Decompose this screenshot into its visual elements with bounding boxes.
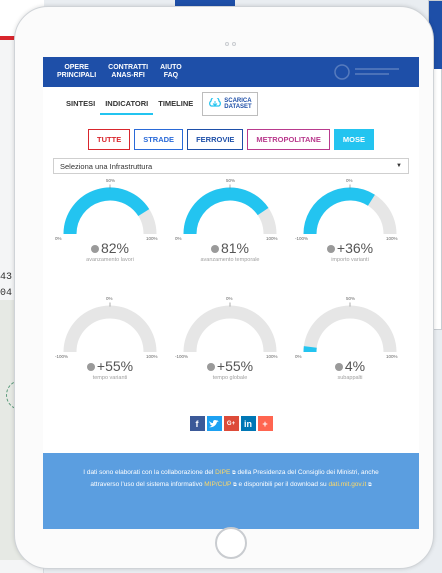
gauge-5: 4% subappalti 0% 50% 100% bbox=[295, 296, 405, 402]
nav-contratti-anas-rfi[interactable]: CONTRATTI ANAS-RFI bbox=[108, 64, 148, 80]
nav-aiuto-faq[interactable]: AIUTO FAQ bbox=[160, 64, 182, 80]
background-number-1: 43 bbox=[0, 272, 13, 283]
gauge-max-label: 100% bbox=[386, 236, 398, 241]
gauge-label: avanzamento temporale bbox=[200, 257, 260, 263]
facebook-share-button[interactable]: f bbox=[189, 416, 205, 431]
mip-cup-link[interactable]: MIP/CUP bbox=[204, 481, 231, 488]
filter-mose-button[interactable]: MOSE bbox=[333, 129, 374, 150]
gauge-min-label: 0% bbox=[55, 236, 62, 241]
gauge-4: +55% tempo globale -100% 0% 100% bbox=[175, 296, 285, 402]
filter-strade-button[interactable]: STRADE bbox=[134, 129, 184, 150]
gauge-label: avanzamento lavori bbox=[86, 257, 134, 263]
infrastructure-select[interactable]: Seleziona una Infrastruttura ▼ bbox=[53, 158, 409, 174]
gauge-value-text: +55% bbox=[216, 358, 254, 374]
gauge-1: 81% avanzamento temporale 0% 50% 100% bbox=[175, 178, 285, 284]
gauge-value: 82% bbox=[55, 240, 165, 256]
info-icon[interactable] bbox=[326, 245, 335, 254]
gauge-min-label: 0% bbox=[175, 236, 182, 241]
gauge-mid-label: 0% bbox=[106, 295, 113, 301]
dati-mit-link[interactable]: dati.mit.gov.it bbox=[328, 481, 366, 488]
gauge-fill bbox=[63, 187, 150, 235]
tablet-screen: OPERE PRINCIPALI CONTRATTI ANAS-RFI AIUTO F… bbox=[43, 57, 419, 529]
tab-sintesi[interactable]: SINTESI bbox=[61, 94, 100, 115]
camera-dots bbox=[225, 33, 239, 46]
gauge-fill bbox=[303, 187, 375, 235]
nav-logo-faded bbox=[333, 63, 403, 81]
gauge-min-label: -100% bbox=[55, 354, 69, 359]
gauge-min-label: -100% bbox=[175, 354, 189, 359]
section-tabs: SINTESI INDICATORI TIMELINE SCARICA DATAS… bbox=[43, 87, 419, 116]
footer-credits: I dati sono elaborati con la collaborazi… bbox=[43, 453, 419, 529]
gauge-mid-label: 50% bbox=[106, 177, 116, 183]
gauge-max-label: 100% bbox=[266, 354, 278, 359]
tab-indicatori[interactable]: INDICATORI bbox=[100, 94, 154, 115]
gauge-max-label: 100% bbox=[386, 354, 398, 359]
filter-tutte-button[interactable]: TUTTE bbox=[88, 129, 131, 150]
gauge-min-label: 0% bbox=[295, 354, 302, 359]
googleplus-share-button[interactable]: G+ bbox=[223, 416, 239, 431]
home-button[interactable] bbox=[215, 527, 247, 559]
info-icon[interactable] bbox=[210, 245, 219, 254]
gauge-value-text: +55% bbox=[96, 358, 134, 374]
gauge-fill bbox=[183, 187, 269, 235]
twitter-share-button[interactable] bbox=[206, 416, 222, 431]
gauge-min-label: -100% bbox=[295, 236, 309, 241]
category-filters: TUTTE STRADE FERROVIE METROPOLITANE MOSE bbox=[43, 129, 419, 150]
footer-text-1: I dati sono elaborati con la collaborazi… bbox=[83, 469, 216, 476]
gauge-mid-label: 50% bbox=[346, 295, 356, 301]
info-icon[interactable] bbox=[334, 363, 343, 372]
gauge-mid-label: 50% bbox=[226, 177, 236, 183]
download-dataset-button[interactable]: SCARICA DATASET bbox=[202, 92, 258, 116]
gauge-0: 82% avanzamento lavori 0% 50% 100% bbox=[55, 178, 165, 284]
gauge-2: +36% importo varianti -100% 0% 100% bbox=[295, 178, 405, 284]
gauge-track bbox=[303, 305, 397, 353]
gauge-value-text: 4% bbox=[344, 358, 366, 374]
gauge-max-label: 100% bbox=[146, 236, 158, 241]
gauge-value-text: +36% bbox=[336, 240, 374, 256]
gauge-value: +55% bbox=[55, 358, 165, 374]
gauge-label: tempo varianti bbox=[92, 375, 128, 381]
filter-ferrovie-button[interactable]: FERROVIE bbox=[187, 129, 244, 150]
footer-text-3: e disponibili per il download su bbox=[236, 481, 329, 488]
gauge-track bbox=[183, 305, 277, 353]
social-share-bar: f G+ in + bbox=[43, 416, 419, 431]
gauge-value: +36% bbox=[295, 240, 405, 256]
nav-opere-principali[interactable]: OPERE PRINCIPALI bbox=[57, 64, 96, 80]
gauge-value: 81% bbox=[175, 240, 285, 256]
gauge-label: subappalti bbox=[337, 375, 363, 381]
chevron-down-icon: ▼ bbox=[396, 163, 402, 169]
external-link-icon: ⧉ bbox=[368, 482, 372, 488]
gauge-value-text: 82% bbox=[100, 240, 130, 256]
gauge-mid-label: 0% bbox=[346, 177, 353, 183]
tablet-frame: OPERE PRINCIPALI CONTRATTI ANAS-RFI AIUTO F… bbox=[14, 6, 434, 569]
dipe-link[interactable]: DIPE bbox=[215, 469, 230, 476]
info-icon[interactable] bbox=[206, 363, 215, 372]
gauge-3: +55% tempo varianti -100% 0% 100% bbox=[55, 296, 165, 402]
info-icon[interactable] bbox=[90, 245, 99, 254]
gauge-value: +55% bbox=[175, 358, 285, 374]
gauge-value-text: 81% bbox=[220, 240, 250, 256]
indicator-gauges: 82% avanzamento lavori 0% 50% 100% 81% avanzam… bbox=[43, 174, 419, 412]
select-value: Seleziona una Infrastruttura bbox=[60, 161, 153, 171]
gauge-value: 4% bbox=[295, 358, 405, 374]
tab-timeline[interactable]: TIMELINE bbox=[153, 94, 198, 115]
info-icon[interactable] bbox=[86, 363, 95, 372]
gauge-max-label: 100% bbox=[266, 236, 278, 241]
background-number-2: 04 bbox=[0, 288, 13, 299]
gauge-max-label: 100% bbox=[146, 354, 158, 359]
top-nav: OPERE PRINCIPALI CONTRATTI ANAS-RFI AIUTO F… bbox=[43, 57, 419, 87]
filter-metropolitane-button[interactable]: METROPOLITANE bbox=[247, 129, 330, 150]
gauge-track bbox=[63, 305, 157, 353]
download-icon bbox=[208, 95, 222, 113]
gauge-mid-label: 0% bbox=[226, 295, 233, 301]
gauge-label: tempo globale bbox=[212, 375, 248, 381]
linkedin-share-button[interactable]: in bbox=[240, 416, 256, 431]
gauge-label: importo varianti bbox=[331, 257, 369, 263]
more-share-button[interactable]: + bbox=[257, 416, 273, 431]
